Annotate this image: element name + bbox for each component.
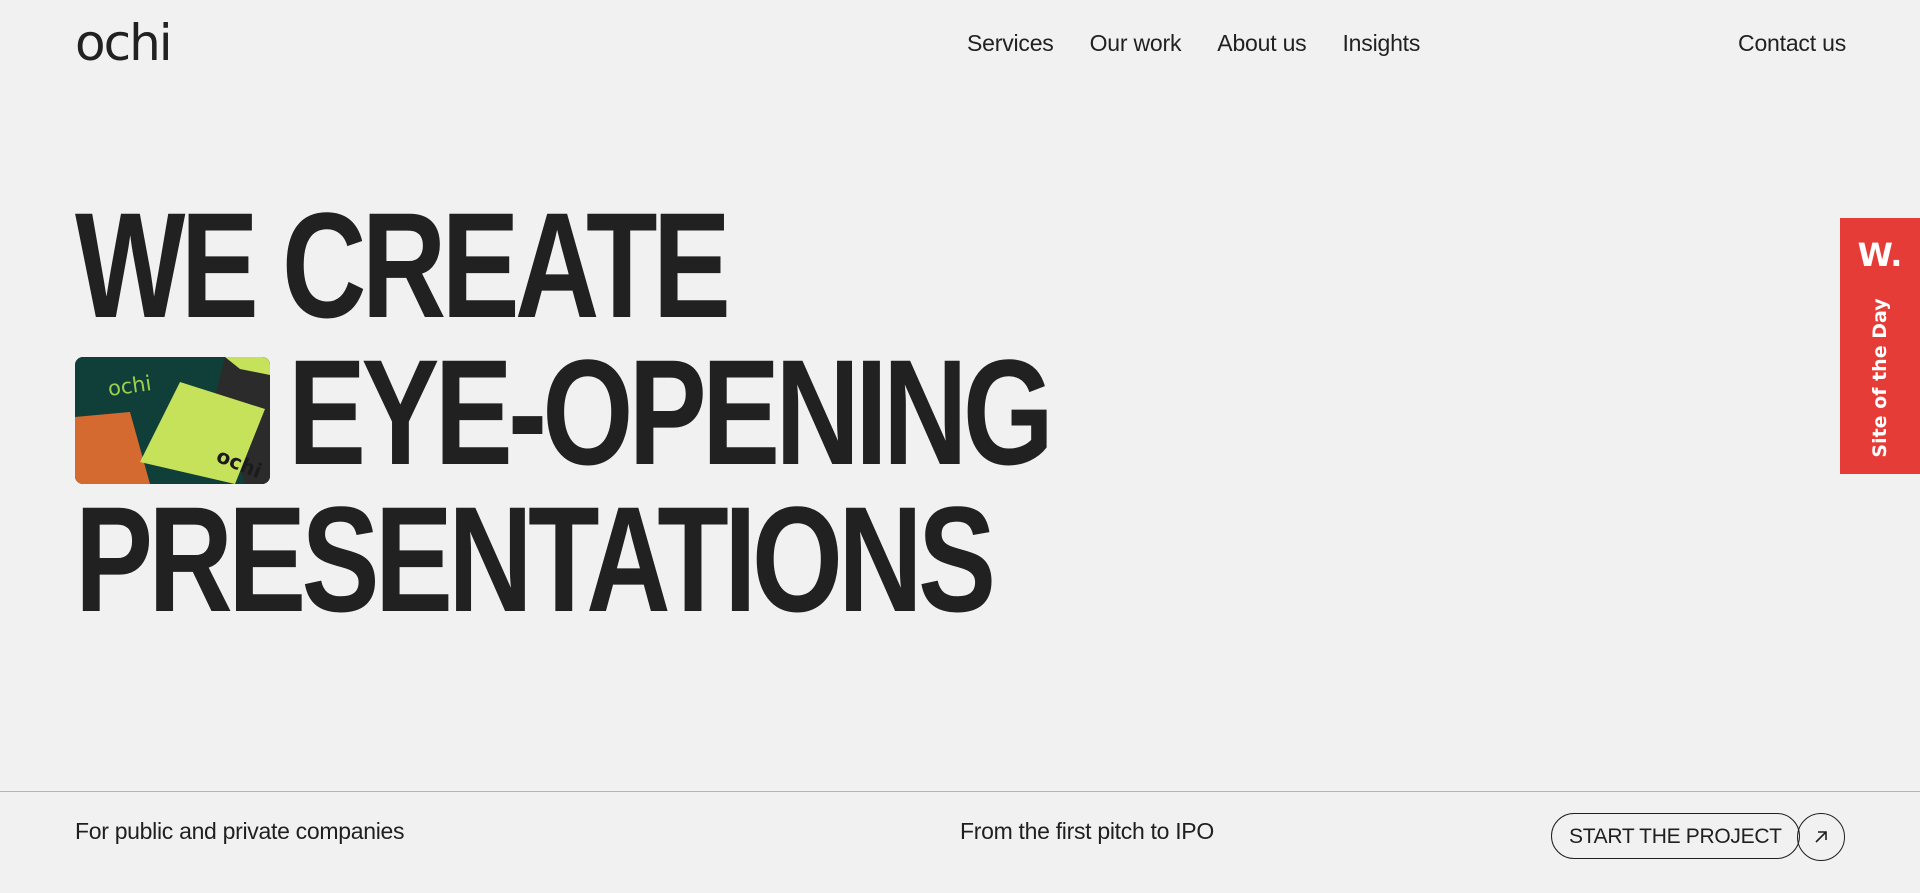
hero-line-3: PRESENTATIONS	[75, 475, 996, 643]
nav-link-about-us[interactable]: About us	[1217, 28, 1306, 58]
hero-line-1: WE CREATE	[75, 181, 731, 349]
arrow-up-right-icon	[1815, 831, 1827, 843]
brand-cards-illustration: ochi ochi	[75, 357, 270, 484]
awwwards-logo-icon: W.	[1857, 236, 1903, 274]
nav-link-services[interactable]: Services	[967, 28, 1054, 58]
nav-link-insights[interactable]: Insights	[1342, 28, 1420, 58]
nav-link-our-work[interactable]: Our work	[1090, 28, 1182, 58]
tagline-pitch: From the first pitch to IPO	[960, 818, 1214, 844]
site-logo[interactable]: ochi	[75, 8, 173, 78]
hero-heading: WE CREATE ochi ochi EYE-OPENING PRESENTA…	[75, 181, 1264, 643]
footer-divider	[0, 791, 1920, 792]
start-project-button[interactable]: START THE PROJECT	[1551, 813, 1800, 859]
hero-thumbnail-image: ochi ochi	[75, 357, 270, 484]
start-project-arrow-button[interactable]	[1797, 813, 1845, 861]
site-of-the-day-label: Site of the Day	[1869, 298, 1891, 458]
tagline-companies: For public and private companies	[75, 818, 405, 844]
site-header: ochi Services Our work About us Insights…	[0, 0, 1920, 88]
hero-line-2-wrap: ochi ochi EYE-OPENING	[75, 328, 1264, 496]
page: ochi Services Our work About us Insights…	[0, 0, 1920, 893]
site-of-the-day-badge[interactable]: W. Site of the Day	[1840, 218, 1920, 474]
contact-link[interactable]: Contact us	[1738, 28, 1846, 58]
main-nav: Services Our work About us Insights	[967, 28, 1420, 58]
hero-line-2: EYE-OPENING	[288, 328, 1054, 496]
